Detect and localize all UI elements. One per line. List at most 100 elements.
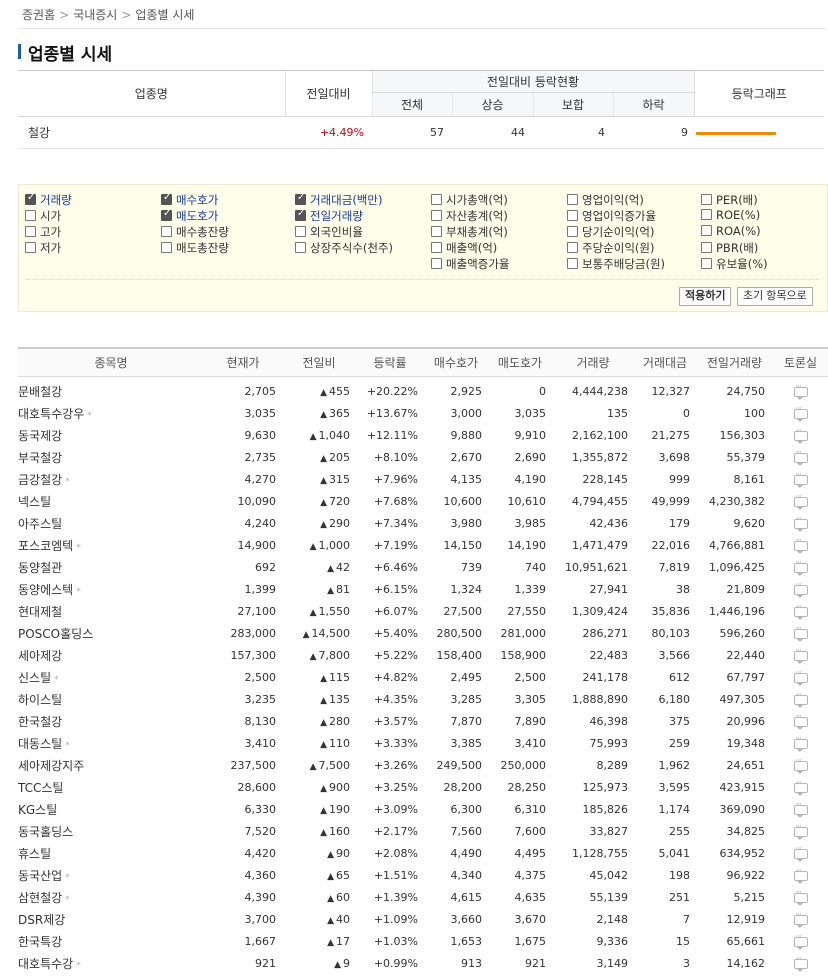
filter-option[interactable]: 영업이익증가율 xyxy=(567,208,656,224)
checkbox-icon[interactable] xyxy=(25,210,36,221)
checkbox-icon[interactable] xyxy=(431,194,442,205)
chat-bubble-icon[interactable] xyxy=(793,668,808,686)
checkbox-icon[interactable] xyxy=(431,258,442,269)
filter-option[interactable]: 당기순이익(억) xyxy=(567,224,654,240)
chat-bubble-icon[interactable] xyxy=(793,822,808,840)
checkbox-icon[interactable] xyxy=(431,210,442,221)
filter-option[interactable]: 상장주식수(천주) xyxy=(295,240,393,256)
stock-name-link[interactable]: 하이스틸 xyxy=(18,693,62,707)
chat-bubble-icon[interactable] xyxy=(793,602,808,620)
checkbox-icon[interactable] xyxy=(701,242,712,253)
checkbox-icon[interactable] xyxy=(567,242,578,253)
reset-button[interactable]: 초기 항목으로 xyxy=(737,287,813,306)
stock-name-link[interactable]: 동양철관 xyxy=(18,561,62,575)
stock-name-link[interactable]: 휴스틸 xyxy=(18,847,51,861)
filter-option[interactable]: ROE(%) xyxy=(701,208,760,222)
chat-bubble-icon[interactable] xyxy=(793,712,808,730)
checkbox-icon[interactable] xyxy=(701,209,712,220)
stock-name-link[interactable]: 현대제철 xyxy=(18,605,62,619)
filter-option[interactable]: ROA(%) xyxy=(701,224,761,238)
filter-option[interactable]: 매도총잔량 xyxy=(161,240,229,256)
stock-name-link[interactable]: 신스틸 xyxy=(18,671,51,685)
stock-name-link[interactable]: 한국특강 xyxy=(18,935,62,949)
stock-name-link[interactable]: 부국철강 xyxy=(18,451,62,465)
chat-bubble-icon[interactable] xyxy=(793,404,808,422)
filter-option[interactable]: 매수총잔량 xyxy=(161,224,229,240)
filter-option[interactable]: 자산총계(억) xyxy=(431,208,508,224)
stock-name-link[interactable]: 대호특수강 xyxy=(18,957,73,971)
filter-option[interactable]: 매출액증가율 xyxy=(431,256,509,272)
checkbox-icon[interactable] xyxy=(161,242,172,253)
stock-name-link[interactable]: 동국제강 xyxy=(18,429,62,443)
filter-option[interactable]: PBR(배) xyxy=(701,240,758,256)
chat-bubble-icon[interactable] xyxy=(793,690,808,708)
chat-bubble-icon[interactable] xyxy=(793,844,808,862)
filter-option[interactable]: PER(배) xyxy=(701,192,758,208)
filter-option[interactable]: 영업이익(억) xyxy=(567,192,644,208)
checkbox-checked-icon[interactable] xyxy=(161,192,172,205)
checkbox-icon[interactable] xyxy=(701,194,712,205)
stock-name-link[interactable]: 아주스틸 xyxy=(18,517,62,531)
sector-name[interactable]: 철강 xyxy=(18,116,285,149)
stock-name-link[interactable]: 포스코엠텍 xyxy=(18,539,73,553)
chat-bubble-icon[interactable] xyxy=(793,932,808,950)
chat-bubble-icon[interactable] xyxy=(793,624,808,642)
checkbox-icon[interactable] xyxy=(25,226,36,237)
stock-name-link[interactable]: 세아제강지주 xyxy=(18,759,84,773)
chat-bubble-icon[interactable] xyxy=(793,492,808,510)
stock-name-link[interactable]: POSCO홀딩스 xyxy=(18,627,93,641)
stock-name-link[interactable]: 넥스틸 xyxy=(18,495,51,509)
filter-option[interactable]: 거래량 xyxy=(25,192,72,208)
filter-option[interactable]: 매도호가 xyxy=(161,208,218,224)
stock-name-link[interactable]: 동국산업 xyxy=(18,869,62,883)
chat-bubble-icon[interactable] xyxy=(793,426,808,444)
breadcrumb-item-home[interactable]: 증권홈 xyxy=(22,8,55,22)
checkbox-icon[interactable] xyxy=(701,225,712,236)
checkbox-checked-icon[interactable] xyxy=(295,208,306,221)
checkbox-icon[interactable] xyxy=(431,242,442,253)
checkbox-icon[interactable] xyxy=(25,242,36,253)
filter-option[interactable]: 시가 xyxy=(25,208,61,224)
stock-name-link[interactable]: 삼현철강 xyxy=(18,891,62,905)
checkbox-checked-icon[interactable] xyxy=(161,208,172,221)
chat-bubble-icon[interactable] xyxy=(793,646,808,664)
stock-name-link[interactable]: 동양에스텍 xyxy=(18,583,73,597)
breadcrumb-item-domestic[interactable]: 국내증시 xyxy=(73,8,117,22)
checkbox-checked-icon[interactable] xyxy=(25,192,36,205)
stock-name-link[interactable]: 대호특수강우 xyxy=(18,407,84,421)
stock-name-link[interactable]: 문배철강 xyxy=(18,385,62,399)
chat-bubble-icon[interactable] xyxy=(793,910,808,928)
chat-bubble-icon[interactable] xyxy=(793,954,808,972)
filter-option[interactable]: 보통주배당금(원) xyxy=(567,256,665,272)
chat-bubble-icon[interactable] xyxy=(793,800,808,818)
filter-option[interactable]: 고가 xyxy=(25,224,61,240)
chat-bubble-icon[interactable] xyxy=(793,470,808,488)
filter-option[interactable]: 매출액(억) xyxy=(431,240,497,256)
chat-bubble-icon[interactable] xyxy=(793,734,808,752)
stock-name-link[interactable]: 세아제강 xyxy=(18,649,62,663)
chat-bubble-icon[interactable] xyxy=(793,382,808,400)
stock-name-link[interactable]: KG스틸 xyxy=(18,803,57,817)
chat-bubble-icon[interactable] xyxy=(793,448,808,466)
chat-bubble-icon[interactable] xyxy=(793,866,808,884)
checkbox-icon[interactable] xyxy=(701,258,712,269)
checkbox-icon[interactable] xyxy=(431,226,442,237)
chat-bubble-icon[interactable] xyxy=(793,756,808,774)
filter-option[interactable]: 전일거래량 xyxy=(295,208,363,224)
chat-bubble-icon[interactable] xyxy=(793,514,808,532)
chat-bubble-icon[interactable] xyxy=(793,536,808,554)
filter-option[interactable]: 매수호가 xyxy=(161,192,218,208)
stock-name-link[interactable]: DSR제강 xyxy=(18,913,65,927)
chat-bubble-icon[interactable] xyxy=(793,558,808,576)
stock-name-link[interactable]: 한국철강 xyxy=(18,715,62,729)
checkbox-icon[interactable] xyxy=(567,226,578,237)
chat-bubble-icon[interactable] xyxy=(793,580,808,598)
checkbox-icon[interactable] xyxy=(295,242,306,253)
chat-bubble-icon[interactable] xyxy=(793,888,808,906)
checkbox-checked-icon[interactable] xyxy=(295,192,306,205)
checkbox-icon[interactable] xyxy=(567,258,578,269)
stock-name-link[interactable]: TCC스틸 xyxy=(18,781,63,795)
filter-option[interactable]: 저가 xyxy=(25,240,61,256)
filter-option[interactable]: 주당순이익(원) xyxy=(567,240,654,256)
chat-bubble-icon[interactable] xyxy=(793,778,808,796)
